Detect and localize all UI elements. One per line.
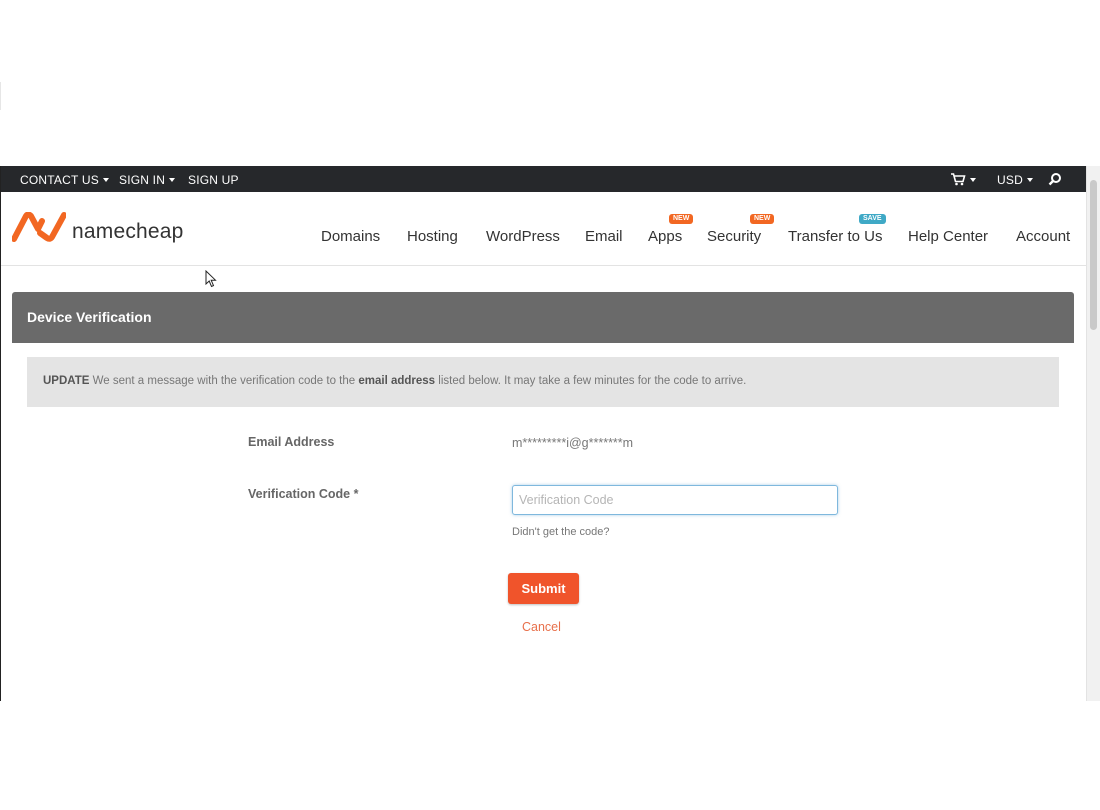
browser-viewport: CONTACT US SIGN IN SIGN UP USD namecheap…	[0, 166, 1100, 701]
page-edge	[0, 82, 1, 110]
verification-code-label: Verification Code *	[248, 487, 359, 501]
sign-in-menu[interactable]: SIGN IN	[119, 173, 176, 187]
cart-icon	[951, 173, 966, 186]
email-address-label: Email Address	[248, 435, 335, 449]
notice-prefix: UPDATE	[43, 375, 90, 387]
notice-text-1: We sent a message with the verification …	[92, 375, 356, 387]
verification-panel-header: Device Verification	[12, 292, 1074, 343]
nav-hosting[interactable]: Hosting	[407, 228, 458, 245]
chevron-down-icon	[970, 178, 976, 182]
viewport-edge	[0, 166, 1, 701]
top-utility-bar: CONTACT US SIGN IN SIGN UP USD	[0, 166, 1087, 192]
mouse-cursor-icon	[205, 270, 217, 288]
sign-in-label: SIGN IN	[119, 173, 166, 187]
new-badge: NEW	[669, 214, 694, 224]
nav-domains[interactable]: Domains	[321, 228, 380, 245]
currency-label: USD	[997, 173, 1023, 187]
namecheap-logo-icon[interactable]	[12, 212, 66, 242]
contact-us-label: CONTACT US	[20, 173, 99, 187]
chevron-down-icon	[1026, 178, 1033, 182]
verification-code-input[interactable]	[512, 485, 838, 515]
cancel-link[interactable]: Cancel	[522, 620, 561, 634]
update-notice: UPDATE We sent a message with the verifi…	[27, 357, 1059, 407]
notice-text-2: listed below. It may take a few minutes …	[438, 375, 747, 387]
nav-transfer[interactable]: Transfer to Us	[788, 228, 882, 245]
page-title: Device Verification	[27, 309, 152, 325]
nav-security[interactable]: Security	[707, 228, 761, 245]
nav-account[interactable]: Account	[1016, 228, 1070, 245]
new-badge: NEW	[750, 214, 775, 224]
search-icon	[1048, 173, 1061, 186]
contact-us-menu[interactable]: CONTACT US	[20, 173, 109, 187]
cart-menu[interactable]	[950, 172, 976, 189]
didnt-get-code-link[interactable]: Didn't get the code?	[512, 526, 610, 538]
logo-text[interactable]: namecheap	[72, 220, 184, 244]
page-scrollbar[interactable]	[1086, 166, 1100, 701]
chevron-down-icon	[169, 178, 176, 182]
currency-select[interactable]: USD	[997, 173, 1033, 187]
sign-up-link[interactable]: SIGN UP	[188, 173, 239, 187]
search-button[interactable]	[1048, 172, 1062, 189]
nav-email[interactable]: Email	[585, 228, 623, 245]
nav-wordpress[interactable]: WordPress	[486, 228, 560, 245]
email-address-value: m*********i@g*******m	[512, 436, 634, 450]
chevron-down-icon	[102, 178, 109, 182]
nav-help-center[interactable]: Help Center	[908, 228, 988, 245]
save-badge: SAVE	[859, 214, 886, 224]
notice-text: UPDATE We sent a message with the verifi…	[43, 375, 746, 387]
nav-apps[interactable]: Apps	[648, 228, 682, 245]
submit-button[interactable]: Submit	[508, 573, 579, 604]
scrollbar-thumb[interactable]	[1090, 180, 1097, 330]
main-header: namecheap Domains Hosting WordPress Emai…	[0, 192, 1087, 266]
notice-bold: email address	[358, 375, 436, 387]
